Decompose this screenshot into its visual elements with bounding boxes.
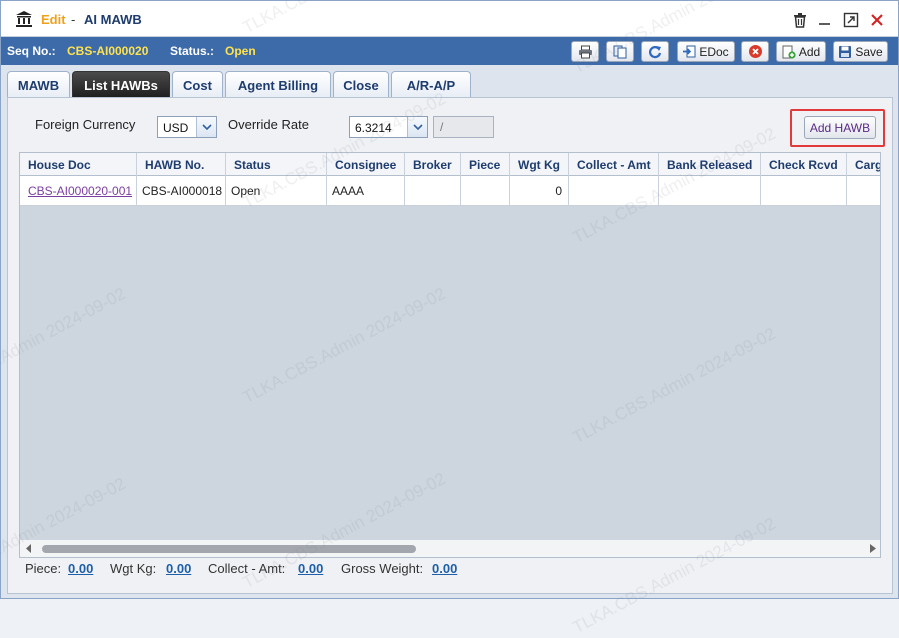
horizontal-scrollbar[interactable]	[20, 539, 880, 557]
title-mode: Edit	[41, 12, 66, 27]
foreign-currency-label: Foreign Currency	[35, 117, 136, 132]
seq-no-value: CBS-AI000020	[67, 44, 149, 58]
collect-total-value[interactable]: 0.00	[298, 561, 323, 576]
scrollbar-thumb[interactable]	[42, 545, 416, 553]
house-doc-link[interactable]: CBS-AI000020-001	[28, 184, 132, 198]
foreign-currency-value: USD	[163, 121, 189, 135]
col-status[interactable]: Status	[226, 153, 327, 176]
col-bank-released[interactable]: Bank Released	[659, 153, 761, 176]
col-broker[interactable]: Broker	[405, 153, 461, 176]
cell-collect-amt	[569, 176, 659, 206]
override-rate-secondary-value: /	[440, 120, 444, 134]
list-hawbs-panel: Foreign Currency USD Override Rate 6.321…	[7, 97, 893, 594]
chevron-down-icon[interactable]	[196, 117, 216, 137]
col-cargo[interactable]: Cargo	[847, 153, 880, 176]
tab-strip: MAWB List HAWBs Cost Agent Billing Close…	[1, 65, 898, 98]
col-collect-amt[interactable]: Collect - Amt	[569, 153, 659, 176]
minimize-icon[interactable]	[817, 12, 833, 28]
cell-hawb-no: CBS-AI000018	[137, 176, 226, 206]
cell-bank-released	[659, 176, 761, 206]
status-label: Status.:	[170, 44, 215, 58]
edoc-label: EDoc	[699, 44, 729, 59]
gross-weight-value[interactable]: 0.00	[432, 561, 457, 576]
cell-cargo	[847, 176, 880, 206]
override-rate-value: 6.3214	[355, 121, 392, 135]
override-rate-label: Override Rate	[228, 117, 309, 132]
cell-check-rcvd	[761, 176, 847, 206]
record-info-bar: Seq No.: CBS-AI000020 Status.: Open EDoc…	[1, 37, 898, 65]
wgt-total-label: Wgt Kg:	[110, 561, 157, 576]
hawb-grid: House Doc HAWB No. Status Consignee Brok…	[19, 152, 881, 558]
tab-cost[interactable]: Cost	[172, 71, 223, 98]
override-rate-secondary-field: /	[433, 116, 494, 138]
trash-icon[interactable]	[792, 12, 808, 28]
gross-weight-label: Gross Weight:	[341, 561, 424, 576]
add-label: Add	[798, 44, 821, 59]
title-separator: -	[71, 12, 76, 27]
cell-house-doc[interactable]: CBS-AI000020-001	[20, 176, 137, 206]
edoc-button[interactable]: EDoc	[677, 41, 735, 62]
grid-header: House Doc HAWB No. Status Consignee Brok…	[20, 153, 880, 176]
tab-list-hawbs[interactable]: List HAWBs	[72, 71, 170, 98]
add-hawb-button[interactable]: Add HAWB	[804, 116, 876, 139]
save-button[interactable]: Save	[833, 41, 888, 62]
printer-icon	[578, 45, 592, 58]
print-button[interactable]	[571, 41, 599, 62]
status-value: Open	[225, 44, 256, 58]
floppy-disk-icon	[839, 45, 852, 58]
bank-building-icon	[16, 11, 32, 27]
table-row[interactable]: CBS-AI000020-001 CBS-AI000018 Open AAAA …	[20, 176, 880, 206]
collect-total-label: Collect - Amt:	[208, 561, 286, 576]
seq-no-label: Seq No.:	[7, 44, 56, 58]
delete-button[interactable]	[741, 41, 769, 62]
title-bar: Edit - AI MAWB	[1, 1, 898, 37]
maximize-icon[interactable]	[843, 12, 859, 28]
window-title: AI MAWB	[84, 12, 142, 27]
tab-close[interactable]: Close	[333, 71, 389, 98]
col-wgt-kg[interactable]: Wgt Kg	[510, 153, 569, 176]
copy-button[interactable]	[606, 41, 634, 62]
scroll-left-icon[interactable]	[26, 544, 32, 553]
scroll-right-icon[interactable]	[870, 544, 876, 553]
foreign-currency-select[interactable]: USD	[157, 116, 217, 138]
cell-status: Open	[226, 176, 327, 206]
piece-total-value[interactable]: 0.00	[68, 561, 93, 576]
add-document-icon	[782, 45, 796, 59]
delete-circle-icon	[748, 45, 762, 58]
piece-total-label: Piece:	[25, 561, 62, 576]
refresh-icon	[648, 45, 662, 58]
col-house-doc[interactable]: House Doc	[20, 153, 137, 176]
tab-ar-ap[interactable]: A/R-A/P	[391, 71, 471, 98]
copy-icon	[613, 45, 627, 58]
override-rate-select[interactable]: 6.3214	[349, 116, 428, 138]
edit-mawb-window: Edit - AI MAWB Seq No.: CBS-AI000020 Sta…	[0, 0, 899, 637]
save-label: Save	[855, 44, 883, 59]
col-consignee[interactable]: Consignee	[327, 153, 405, 176]
cell-wgt-kg: 0	[510, 176, 569, 206]
add-button[interactable]: Add	[776, 41, 826, 62]
col-check-rcvd[interactable]: Check Rcvd	[761, 153, 847, 176]
wgt-total-value[interactable]: 0.00	[166, 561, 191, 576]
cell-broker	[405, 176, 461, 206]
chevron-down-icon[interactable]	[407, 117, 427, 137]
close-icon[interactable]	[869, 12, 885, 28]
col-piece[interactable]: Piece	[461, 153, 510, 176]
cell-consignee: AAAA	[327, 176, 405, 206]
import-document-icon	[683, 45, 696, 58]
col-hawb-no[interactable]: HAWB No.	[137, 153, 226, 176]
tab-mawb[interactable]: MAWB	[7, 71, 70, 98]
tab-agent-billing[interactable]: Agent Billing	[225, 71, 331, 98]
refresh-button[interactable]	[641, 41, 669, 62]
cell-piece	[461, 176, 510, 206]
